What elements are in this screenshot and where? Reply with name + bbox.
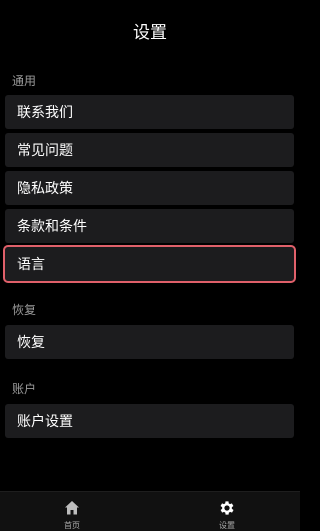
section-label-general: 通用	[12, 74, 37, 88]
account-settings-item[interactable]: 账户设置	[5, 404, 294, 438]
faq-item[interactable]: 常见问题	[5, 133, 294, 167]
home-icon	[62, 498, 82, 518]
language-item[interactable]: 语言	[3, 245, 296, 283]
section-label-account: 账户	[12, 382, 37, 396]
terms-conditions-item[interactable]: 条款和条件	[5, 209, 294, 243]
settings-screen: 设置 通用 联系我们 常见问题 隐私政策 条款和条件 语言 恢复 恢复 账户 账…	[0, 0, 300, 531]
tab-home[interactable]: 首页	[42, 492, 102, 531]
tab-settings[interactable]: 设置	[197, 492, 257, 531]
tab-settings-label: 设置	[219, 521, 235, 530]
page-title: 设置	[133, 23, 167, 43]
section-label-restore: 恢复	[12, 303, 37, 317]
restore-item[interactable]: 恢复	[5, 325, 294, 359]
tab-bar: 首页 设置	[0, 491, 300, 531]
contact-us-item[interactable]: 联系我们	[5, 95, 294, 129]
gear-icon	[217, 498, 237, 518]
tab-home-label: 首页	[64, 521, 80, 530]
privacy-policy-item[interactable]: 隐私政策	[5, 171, 294, 205]
